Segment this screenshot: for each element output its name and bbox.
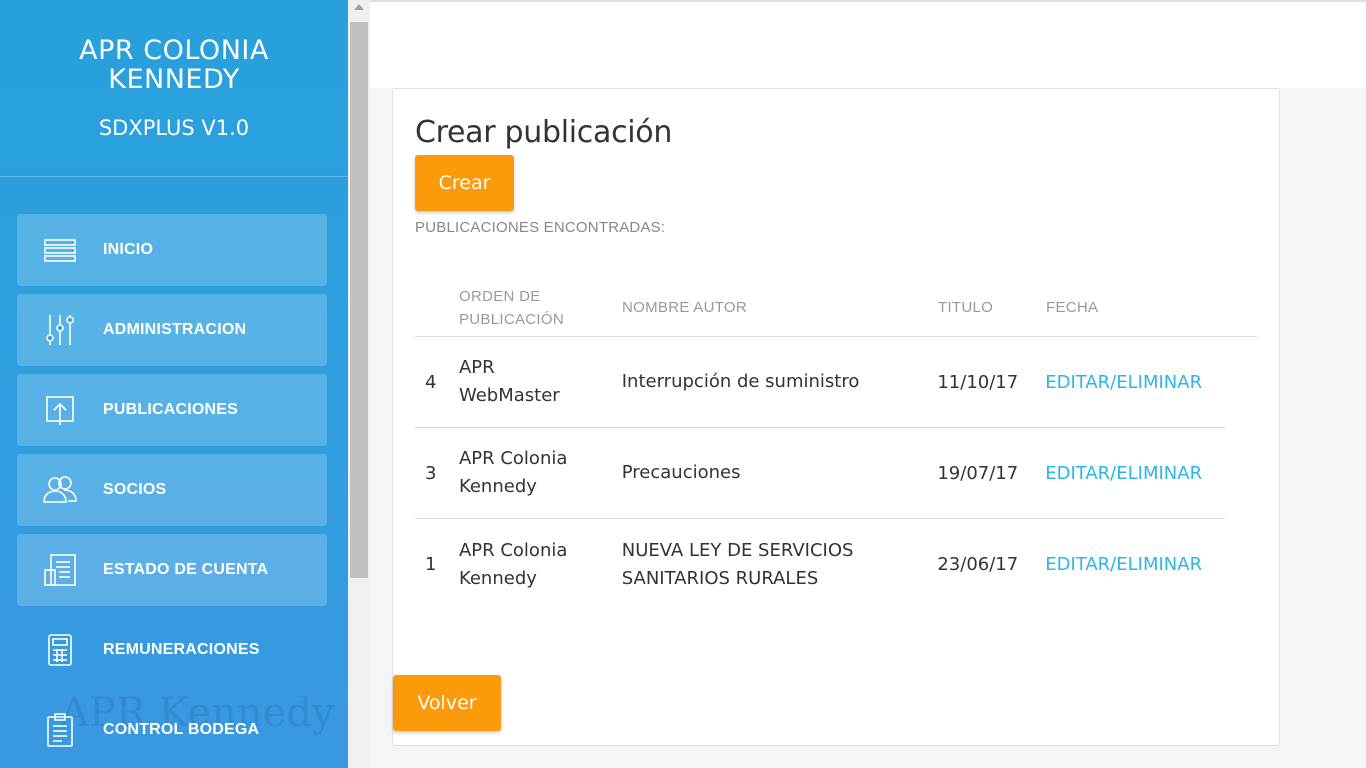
sidebar-item-label: INICIO: [103, 241, 154, 258]
row-autor: NUEVA LEY DE SERVICIOS SANITARIOS RURALE…: [622, 537, 938, 593]
table-row: 3 APR Colonia Kennedy Precauciones 19/07…: [415, 428, 1225, 519]
sidebar-item-label: PUBLICACIONES: [103, 401, 239, 418]
header-titulo: TITULO: [938, 299, 994, 316]
header-fecha: FECHA: [1046, 299, 1099, 316]
table-row: 1 APR Colonia Kennedy NUEVA LEY DE SERVI…: [415, 519, 1225, 610]
back-button[interactable]: Volver: [393, 675, 501, 731]
sidebar-item-administracion[interactable]: ADMINISTRACION: [17, 294, 327, 366]
row-number: 3: [425, 462, 437, 484]
sidebar-item-label: CONTROL BODEGA: [103, 721, 260, 738]
document-icon: [17, 552, 103, 588]
sidebar-item-label: SOCIOS: [103, 481, 167, 498]
sidebar-item-socios[interactable]: SOCIOS: [17, 454, 327, 526]
brand-version: SDXPLUS V1.0: [98, 116, 250, 140]
sidebar-item-control-bodega[interactable]: CONTROL BODEGA: [17, 694, 327, 766]
row-autor-line1: NUEVA LEY DE SERVICIOS: [621, 539, 854, 561]
row-orden-line1: APR Colonia: [458, 448, 568, 469]
brand-title: APR COLONIA KENNEDY: [0, 36, 348, 94]
clipboard-icon: [17, 712, 103, 748]
row-titulo: 11/10/17: [937, 371, 1019, 393]
create-button[interactable]: Crear: [415, 155, 514, 211]
row-orden-line2: Kennedy: [458, 567, 537, 589]
list-icon: [17, 232, 103, 268]
row-autor-line1: Precauciones: [621, 462, 741, 483]
edit-delete-link[interactable]: EDITAR/ELIMINAR: [1045, 554, 1202, 575]
row-action: EDITAR/ELIMINAR: [1045, 554, 1225, 575]
top-bar: [370, 0, 1366, 88]
brand-title-line2: KENNEDY: [108, 64, 240, 95]
row-action: EDITAR/ELIMINAR: [1045, 463, 1225, 484]
page-title: Crear publicación: [415, 115, 673, 150]
sliders-icon: [17, 312, 103, 348]
row-autor: Precauciones: [622, 459, 938, 487]
row-number: 1: [425, 554, 437, 575]
sidebar-nav: INICIO ADMINISTRACION PUBLICACIONES SOCI…: [17, 214, 327, 768]
sidebar-item-label: REMUNERACIONES: [103, 641, 260, 658]
brand-title-line1: APR COLONIA: [79, 35, 269, 66]
table-header: ORDEN DE PUBLICACIÓN NOMBRE AUTOR TITULO…: [415, 279, 1257, 337]
row-titulo: 19/07/17: [937, 462, 1019, 484]
found-label: PUBLICACIONES ENCONTRADAS:: [415, 219, 666, 236]
scroll-thumb[interactable]: [350, 22, 368, 578]
sidebar-item-estado-de-cuenta[interactable]: ESTADO DE CUENTA: [17, 534, 327, 606]
edit-delete-link[interactable]: EDITAR/ELIMINAR: [1045, 372, 1202, 393]
header-orden: ORDEN DE PUBLICACIÓN: [459, 285, 622, 331]
upload-icon: [17, 392, 103, 428]
row-number: 4: [425, 371, 437, 393]
edit-delete-link[interactable]: EDITAR/ELIMINAR: [1045, 463, 1202, 484]
row-orden: APR Colonia Kennedy: [459, 537, 622, 593]
row-titulo: 23/06/17: [937, 554, 1019, 575]
sidebar-item-label: ESTADO DE CUENTA: [103, 561, 269, 578]
brand: APR COLONIA KENNEDY SDXPLUS V1.0: [0, 0, 348, 177]
header-orden-line1: ORDEN DE: [459, 287, 541, 305]
row-orden-line1: APR: [458, 357, 495, 378]
row-autor-line1: Interrupción de suministro: [621, 371, 860, 392]
sidebar-item-label: ADMINISTRACION: [103, 321, 247, 338]
scrollbar[interactable]: [348, 0, 370, 768]
row-action: EDITAR/ELIMINAR: [1045, 372, 1225, 393]
calculator-icon: [17, 632, 103, 668]
row-autor-line2: SANITARIOS RURALES: [621, 567, 819, 589]
scroll-up-arrow-icon[interactable]: [354, 4, 364, 10]
header-orden-line2: PUBLICACIÓN: [459, 310, 564, 328]
publications-table: ORDEN DE PUBLICACIÓN NOMBRE AUTOR TITULO…: [415, 279, 1257, 610]
publications-card: Crear publicación Crear PUBLICACIONES EN…: [392, 88, 1280, 746]
row-orden: APR WebMaster: [459, 354, 622, 410]
row-orden: APR Colonia Kennedy: [459, 445, 622, 501]
header-autor: NOMBRE AUTOR: [622, 298, 748, 316]
row-orden-line1: APR Colonia: [458, 539, 568, 561]
row-orden-line2: WebMaster: [458, 385, 560, 406]
row-autor: Interrupción de suministro: [622, 368, 938, 396]
sidebar: APR COLONIA KENNEDY SDXPLUS V1.0 APR Ken…: [0, 0, 348, 768]
table-row: 4 APR WebMaster Interrupción de suminist…: [415, 337, 1225, 428]
row-orden-line2: Kennedy: [458, 476, 537, 497]
sidebar-item-remuneraciones[interactable]: REMUNERACIONES: [17, 614, 327, 686]
users-icon: [17, 472, 103, 508]
sidebar-item-publicaciones[interactable]: PUBLICACIONES: [17, 374, 327, 446]
sidebar-item-inicio[interactable]: INICIO: [17, 214, 327, 286]
